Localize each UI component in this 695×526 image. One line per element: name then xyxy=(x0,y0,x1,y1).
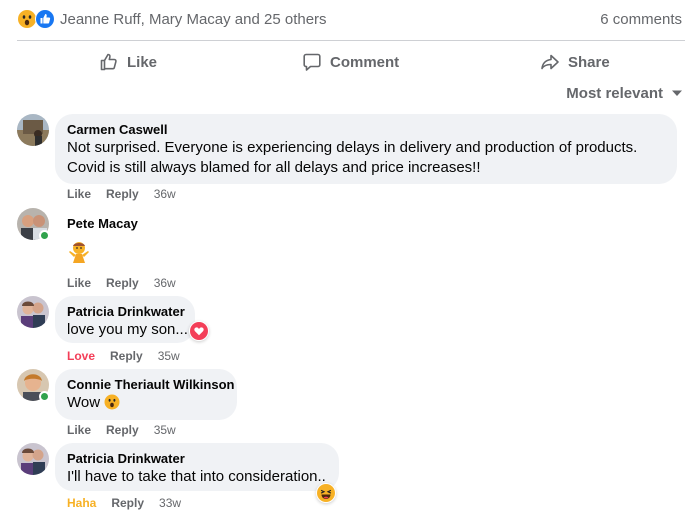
comment-text-line: Not surprised. Everyone is experiencing … xyxy=(67,139,638,156)
comment-item: Patricia Drinkwater love you my son... L… xyxy=(17,296,317,366)
comment-author[interactable]: Patricia Drinkwater xyxy=(67,451,327,467)
comment-author[interactable]: Carmen Caswell xyxy=(67,122,665,138)
share-label: Share xyxy=(568,53,610,71)
comment-bubble: Connie Theriault Wilkinson Wow xyxy=(55,369,237,420)
caret-down-icon xyxy=(671,84,683,102)
comment-reply-button[interactable]: Reply xyxy=(110,349,143,363)
comment-actions: Like Reply 35w xyxy=(67,423,176,437)
avatar[interactable] xyxy=(17,208,50,241)
comment-text-line: Wow xyxy=(67,393,225,416)
comment-actions: Like Reply 36w xyxy=(67,276,176,290)
sort-dropdown[interactable]: Most relevant xyxy=(566,84,683,102)
comment-timestamp[interactable]: 33w xyxy=(159,496,181,510)
comment-item: Patricia Drinkwater I'll have to take th… xyxy=(17,443,357,515)
comment-author[interactable]: Pete Macay xyxy=(67,216,138,232)
avatar[interactable] xyxy=(17,369,50,402)
comment-timestamp[interactable]: 35w xyxy=(158,349,180,363)
comment-haha-button[interactable]: Haha xyxy=(67,496,96,510)
comment-timestamp[interactable]: 36w xyxy=(154,276,176,290)
comment-like-button[interactable]: Like xyxy=(67,276,91,290)
divider xyxy=(17,40,685,41)
online-status-indicator xyxy=(39,230,50,241)
comment-reply-button[interactable]: Reply xyxy=(106,276,139,290)
person-shrugging-emoji xyxy=(67,240,138,269)
comment-label: Comment xyxy=(330,53,400,71)
wow-emoji xyxy=(104,394,120,416)
comment-bubble: Patricia Drinkwater I'll have to take th… xyxy=(55,443,339,491)
comment-love-button[interactable]: Love xyxy=(67,349,95,363)
comment-text: Wow xyxy=(67,394,101,411)
avatar[interactable] xyxy=(17,443,49,475)
avatar[interactable] xyxy=(17,114,49,146)
comment-item: Pete Macay Like Reply 36w xyxy=(17,208,317,292)
comment-bubble: Patricia Drinkwater love you my son... xyxy=(55,296,195,343)
comment-text-line: I'll have to take that into consideratio… xyxy=(67,468,326,485)
reactions-summary: Jeanne Ruff, Mary Macay and 25 others 6 … xyxy=(17,8,685,32)
like-icon xyxy=(35,9,55,29)
haha-reaction-icon[interactable] xyxy=(316,483,336,503)
comment-reply-button[interactable]: Reply xyxy=(106,423,139,437)
comment-author[interactable]: Patricia Drinkwater xyxy=(67,304,185,320)
thumbs-up-icon xyxy=(99,52,119,72)
comment-bubble: Carmen Caswell Not surprised. Everyone i… xyxy=(55,114,677,184)
comment-like-button[interactable]: Like xyxy=(67,423,91,437)
sort-label: Most relevant xyxy=(566,84,663,102)
comment-actions: Love Reply 35w xyxy=(67,349,180,363)
comment-item: Carmen Caswell Not surprised. Everyone i… xyxy=(17,114,677,204)
comment-author[interactable]: Connie Theriault Wilkinson xyxy=(67,377,234,393)
avatar[interactable] xyxy=(17,296,49,328)
online-status-indicator xyxy=(39,391,50,402)
comment-timestamp[interactable]: 36w xyxy=(154,187,176,201)
like-button[interactable]: Like xyxy=(99,42,157,82)
like-label: Like xyxy=(127,53,158,71)
comment-timestamp[interactable]: 35w xyxy=(154,423,176,437)
reaction-icons[interactable] xyxy=(17,9,57,29)
comment-text-line: Covid is still always blamed for all del… xyxy=(67,159,481,176)
comment-actions: Haha Reply 33w xyxy=(67,496,181,510)
comment-text-line: love you my son... xyxy=(67,321,188,338)
comment-reply-button[interactable]: Reply xyxy=(111,496,144,510)
share-button[interactable]: Share xyxy=(540,42,610,82)
share-icon xyxy=(540,52,560,72)
comment-item: Connie Theriault Wilkinson Wow Like Repl… xyxy=(17,369,317,439)
comments-count[interactable]: 6 comments xyxy=(600,11,682,28)
comment-actions: Like Reply 36w xyxy=(67,187,176,201)
comment-button[interactable]: Comment xyxy=(302,42,399,82)
reactors-text[interactable]: Jeanne Ruff, Mary Macay and 25 others xyxy=(60,11,327,28)
love-reaction-icon[interactable] xyxy=(189,321,209,341)
comment-body: Pete Macay xyxy=(55,208,150,277)
action-bar: Like Comment Share xyxy=(17,42,685,82)
wow-icon xyxy=(17,9,37,29)
comment-icon xyxy=(302,52,322,72)
comment-reply-button[interactable]: Reply xyxy=(106,187,139,201)
comment-like-button[interactable]: Like xyxy=(67,187,91,201)
